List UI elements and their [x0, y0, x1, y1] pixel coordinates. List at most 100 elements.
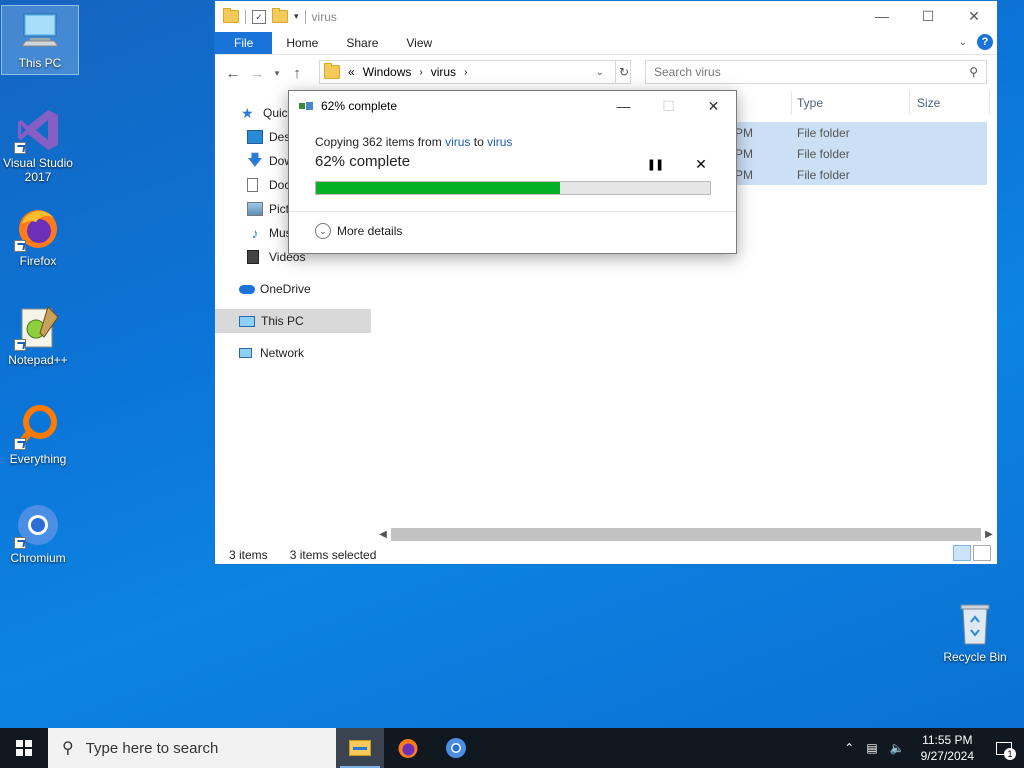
progress-bar [315, 181, 711, 195]
desktop-icon-label: Chromium [10, 551, 66, 565]
tab-share[interactable]: Share [332, 32, 392, 54]
desktop-icon-recycle-bin[interactable]: Recycle Bin [937, 600, 1013, 664]
volume-muted-icon[interactable]: 🔈 [884, 741, 911, 755]
music-note-icon: ♪ [251, 225, 259, 241]
breadcrumb-overflow[interactable]: « [348, 65, 355, 79]
desktop-icon-chromium[interactable]: Chromium [0, 501, 76, 565]
scroll-right-arrow-icon[interactable]: ▶ [981, 526, 997, 543]
nav-item-this-pc[interactable]: This PC [215, 309, 371, 333]
more-details-button[interactable]: ⌄ More details [315, 223, 402, 239]
star-icon: ★ [241, 105, 254, 121]
picture-icon [247, 202, 263, 216]
taskbar-search-box[interactable]: ⚲ Type here to search [48, 728, 336, 768]
percent-complete-text: 62% complete [315, 153, 411, 170]
chevron-down-icon: ⌄ [315, 223, 331, 239]
scroll-left-arrow-icon[interactable]: ◀ [375, 526, 391, 543]
dialog-minimize-button[interactable]: — [601, 91, 646, 121]
search-icon: ⚲ [62, 740, 74, 757]
desktop-icon-label: This PC [18, 56, 62, 70]
expand-ribbon-chevron-icon[interactable]: ⌄ [959, 37, 967, 48]
search-input[interactable]: Search virus ⚲ [645, 60, 987, 84]
desktop-icon-notepadpp[interactable]: Notepad++ [0, 303, 76, 367]
destination-folder-link[interactable]: virus [487, 135, 512, 149]
desktop-icon-label: Recycle Bin [943, 650, 1007, 664]
desktop-icon-firefox[interactable]: Firefox [0, 204, 76, 268]
explorer-titlebar[interactable]: ✓ ▾ virus — ☐ ✕ [215, 1, 997, 32]
maximize-button[interactable]: ☐ [905, 1, 951, 31]
new-folder-icon[interactable] [272, 8, 288, 23]
large-icons-view-icon[interactable] [973, 545, 991, 561]
horizontal-scrollbar[interactable]: ◀ ▶ [375, 526, 997, 543]
visual-studio-icon [14, 106, 62, 154]
tab-file[interactable]: File [215, 32, 273, 54]
tab-view[interactable]: View [392, 32, 446, 54]
firefox-icon [14, 204, 62, 252]
help-icon[interactable]: ? [977, 34, 993, 50]
breadcrumb-chevron-icon[interactable]: › [464, 67, 467, 78]
status-bar: 3 items 3 items selected [229, 545, 376, 565]
up-arrow-icon[interactable]: ↑ [285, 65, 309, 82]
nav-item-network[interactable]: Network [215, 341, 371, 365]
row-date-suffix: PM [735, 167, 753, 182]
customize-toolbar-chevron-icon[interactable]: ▾ [294, 11, 299, 22]
recent-locations-chevron-icon[interactable]: ▾ [269, 68, 285, 79]
desktop-icon-label: Notepad++ [8, 353, 68, 367]
details-view-icon[interactable] [953, 545, 971, 561]
column-header-size[interactable]: Size [917, 91, 940, 115]
show-hidden-icons-chevron-icon[interactable]: ⌃ [838, 741, 860, 755]
network-icon [239, 348, 252, 358]
recycle-bin-icon [951, 600, 999, 648]
column-header-type[interactable]: Type [797, 91, 823, 115]
start-button[interactable] [0, 728, 48, 768]
tab-home[interactable]: Home [272, 32, 332, 54]
table-row[interactable]: PM File folder [735, 122, 987, 143]
network-icon[interactable]: ▤ [860, 741, 883, 755]
scrollbar-thumb[interactable] [391, 528, 981, 541]
file-explorer-window[interactable]: ✓ ▾ virus — ☐ ✕ File Home Share View ⌄ ?… [214, 0, 998, 565]
properties-check-icon[interactable]: ✓ [252, 9, 266, 24]
source-folder-link[interactable]: virus [445, 135, 470, 149]
desktop-icon-everything[interactable]: Everything [0, 402, 76, 466]
forward-arrow-icon[interactable]: → [245, 65, 269, 82]
ribbon-tabs: File Home Share View ⌄ ? [215, 32, 997, 55]
file-explorer-icon [349, 740, 371, 756]
breadcrumb-virus[interactable]: virus [431, 65, 456, 79]
clock[interactable]: 11:55 PM 9/27/2024 [911, 732, 984, 764]
refresh-icon[interactable]: ↻ [615, 60, 632, 84]
taskbar-chromium[interactable] [432, 728, 480, 768]
copy-progress-dialog[interactable]: 62% complete — ☐ ✕ Copying 362 items fro… [288, 90, 737, 254]
address-dropdown-icon[interactable]: ⌄ [596, 67, 604, 78]
dialog-maximize-button: ☐ [662, 97, 675, 114]
notifications-icon[interactable]: 1 [984, 728, 1024, 768]
shortcut-arrow-icon [14, 537, 26, 549]
table-row[interactable]: PM File folder [735, 164, 987, 185]
shortcut-arrow-icon [14, 142, 26, 154]
desktop-icon-visual-studio[interactable]: Visual Studio 2017 [0, 106, 76, 184]
cancel-copy-button[interactable]: ✕ [691, 155, 711, 173]
row-date-suffix: PM [735, 125, 753, 140]
row-type: File folder [797, 167, 850, 182]
shortcut-arrow-icon [14, 240, 26, 252]
chromium-icon [14, 501, 62, 549]
dialog-close-button[interactable]: ✕ [691, 91, 736, 121]
shortcut-arrow-icon [14, 339, 26, 351]
computer-icon [239, 315, 255, 327]
taskbar-firefox[interactable] [384, 728, 432, 768]
pause-button[interactable]: ❚❚ [645, 155, 665, 173]
close-button[interactable]: ✕ [951, 1, 997, 31]
table-row[interactable]: PM File folder [735, 143, 987, 164]
breadcrumb-chevron-icon[interactable]: › [419, 67, 422, 78]
nav-item-onedrive[interactable]: OneDrive [215, 277, 371, 301]
download-arrow-icon: 🡇 [247, 152, 263, 169]
document-icon [247, 178, 258, 192]
taskbar-search-placeholder: Type here to search [85, 739, 219, 757]
desktop-icon-this-pc[interactable]: This PC [1, 5, 79, 75]
back-arrow-icon[interactable]: ← [221, 65, 245, 82]
taskbar-file-explorer[interactable] [336, 728, 384, 768]
firefox-icon [398, 739, 418, 758]
breadcrumb-windows[interactable]: Windows [363, 65, 412, 79]
address-bar[interactable]: « Windows › virus › ⌄ [319, 60, 631, 84]
dialog-titlebar[interactable]: 62% complete — ☐ ✕ [289, 91, 736, 121]
minimize-button[interactable]: — [859, 1, 905, 31]
row-type: File folder [797, 125, 850, 140]
